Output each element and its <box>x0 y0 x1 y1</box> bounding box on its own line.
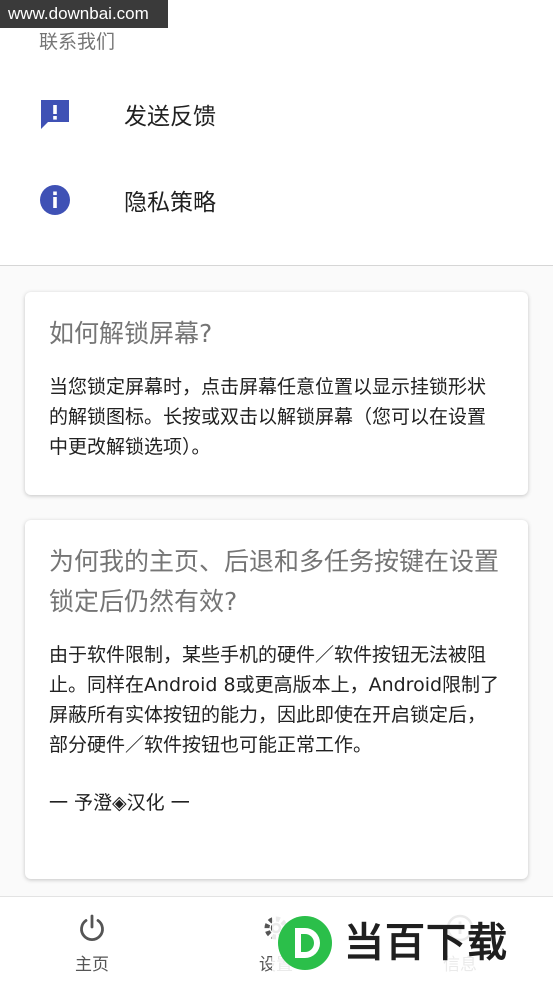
site-logo-watermark: 当百下载 <box>272 912 548 974</box>
site-watermark: www.downbai.com <box>0 0 168 28</box>
faq-body: 当您锁定屏幕时，点击屏幕任意位置以显示挂锁形状的解锁图标。长按或双击以解锁屏幕（… <box>49 376 487 458</box>
logo-d-icon <box>276 914 334 972</box>
faq-card-buttons: 为何我的主页、后退和多任务按键在设置锁定后仍然有效? 由于软件限制，某些手机的硬… <box>25 520 528 879</box>
privacy-policy-label: 隐私策略 <box>124 190 216 216</box>
faq-card-unlock: 如何解锁屏幕? 当您锁定屏幕时，点击屏幕任意位置以显示挂锁形状的解锁图标。长按或… <box>25 292 528 495</box>
info-icon <box>38 183 72 217</box>
privacy-policy-item[interactable]: 隐私策略 <box>0 158 553 242</box>
faq-body: 由于软件限制，某些手机的硬件／软件按钮无法被阻止。同样在Android 8或更高… <box>49 644 500 756</box>
translator-credit: 一 予澄◈汉化 一 <box>49 792 190 814</box>
faq-title: 如何解锁屏幕? <box>49 319 213 348</box>
power-icon <box>77 913 107 943</box>
send-feedback-item[interactable]: 发送反馈 <box>0 72 553 156</box>
send-feedback-label: 发送反馈 <box>124 104 216 130</box>
nav-home-label: 主页 <box>75 955 109 975</box>
feedback-icon <box>38 97 72 131</box>
nav-home[interactable]: 主页 <box>0 897 184 984</box>
logo-text: 当百下载 <box>344 920 508 966</box>
faq-title: 为何我的主页、后退和多任务按键在设置锁定后仍然有效? <box>49 547 500 616</box>
contact-section-label: 联系我们 <box>39 31 116 53</box>
